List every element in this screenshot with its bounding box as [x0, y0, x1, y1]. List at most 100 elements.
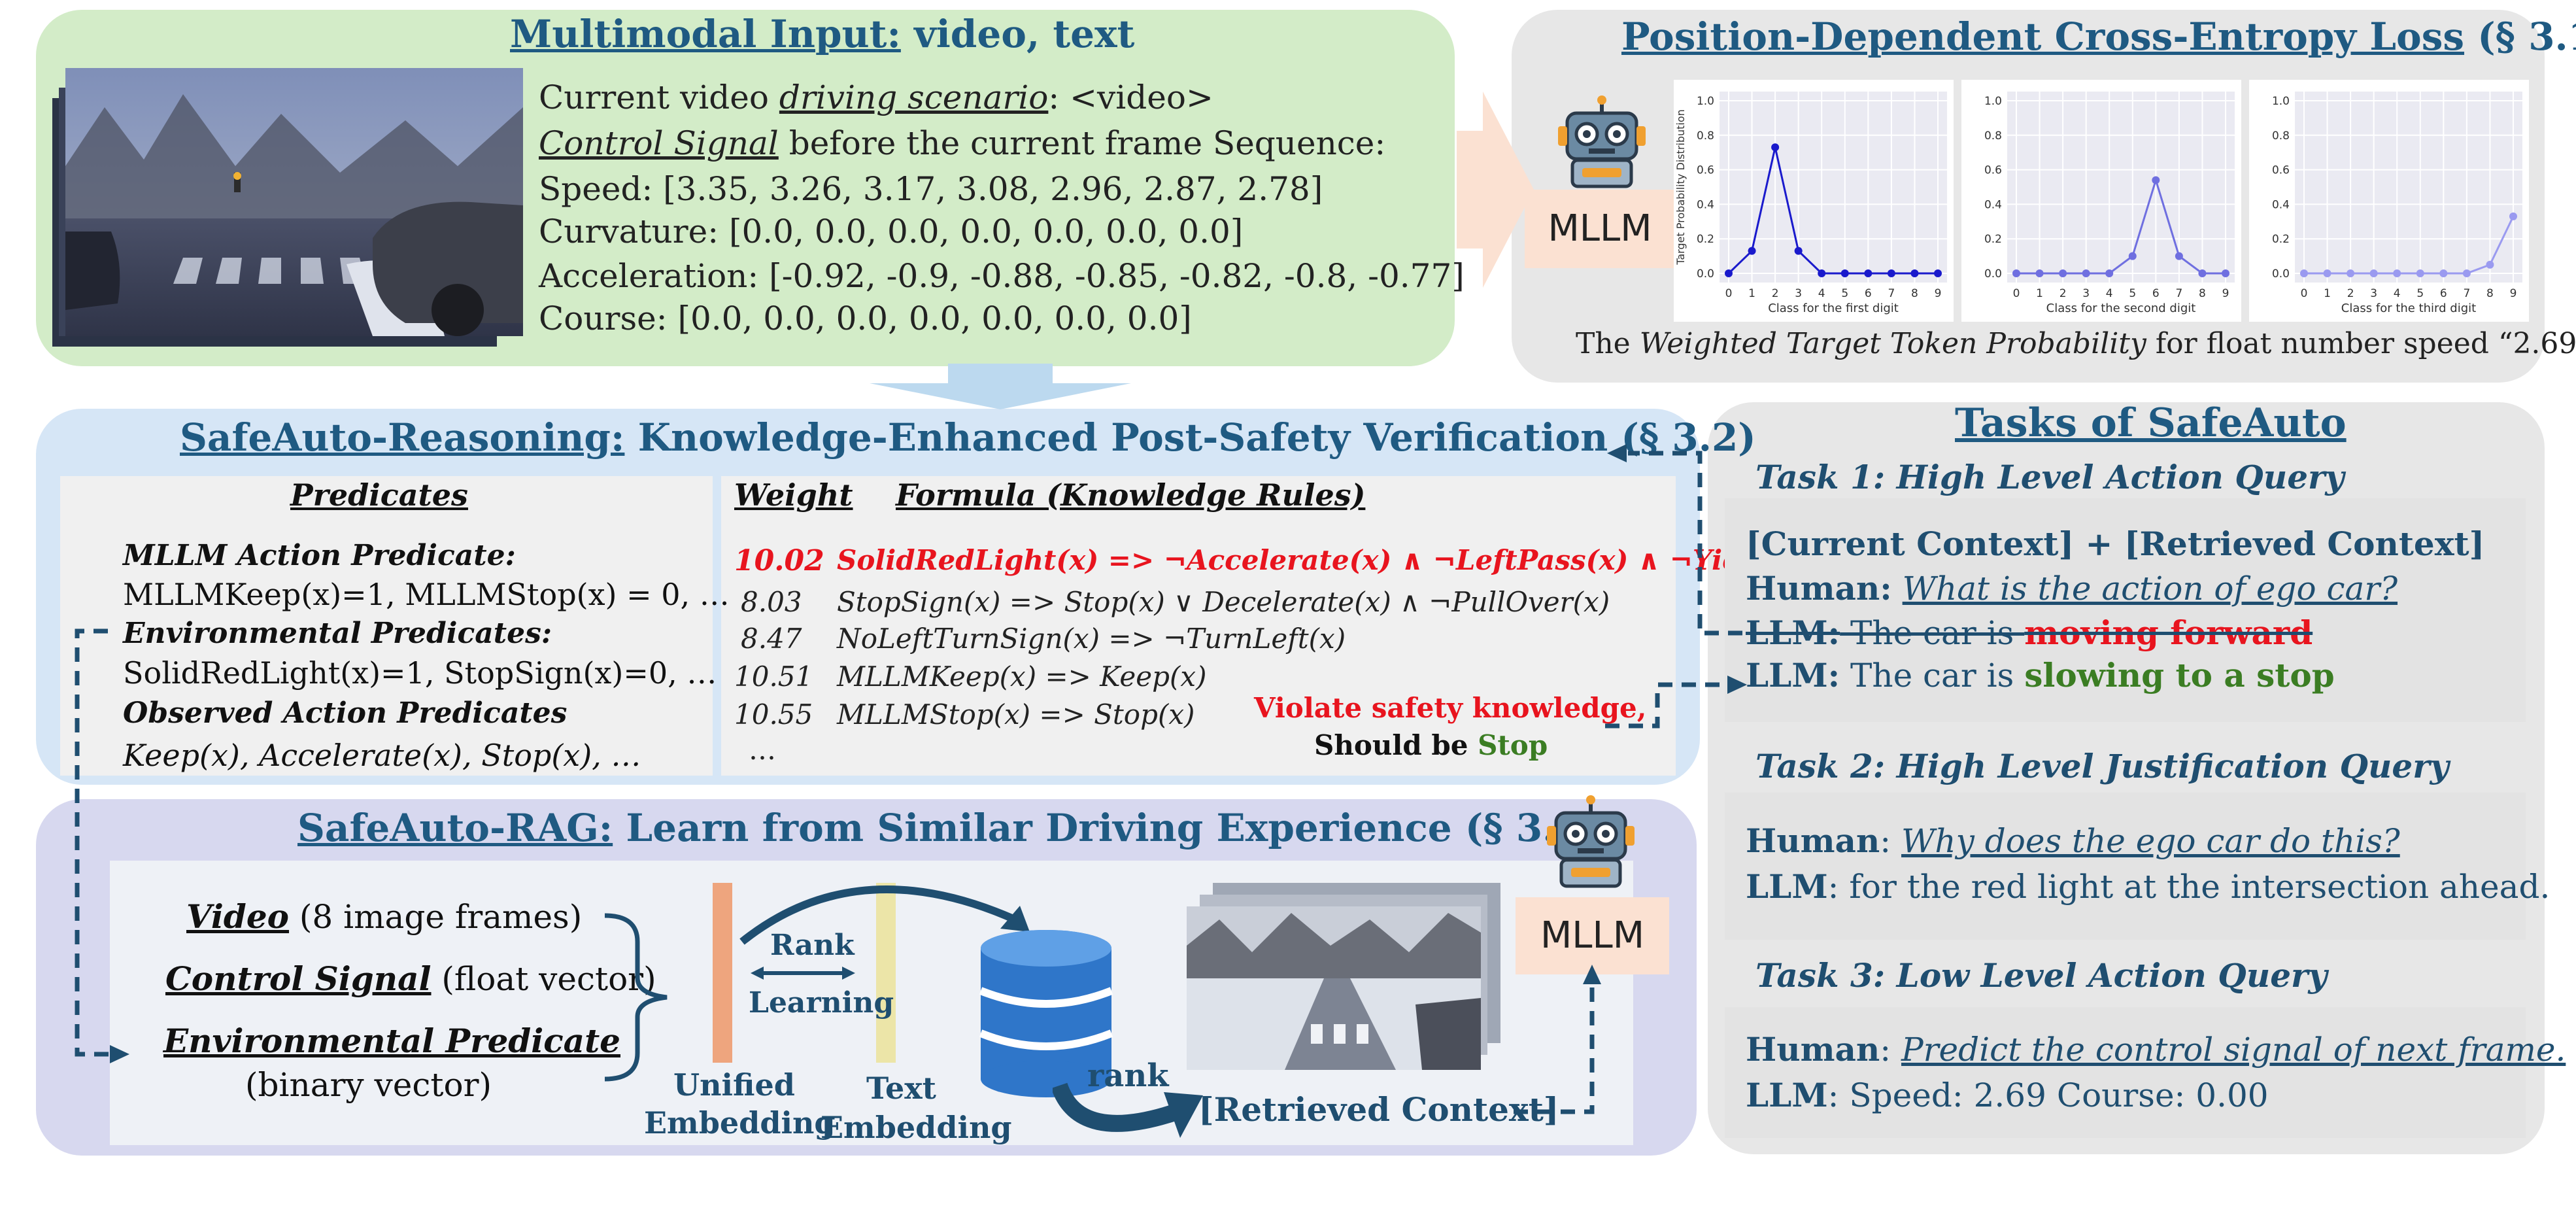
chart-1-xlabel: Class for the second digit	[2046, 301, 2196, 315]
chart-1-point-0	[2012, 269, 2020, 277]
rule-weight-3: 8.47	[741, 623, 802, 655]
obs-predicates-values: Keep(x), Accelerate(x), Stop(x), …	[123, 738, 641, 773]
chart-0-xtick-3: 3	[1795, 287, 1802, 300]
chart-0-xtick-7: 7	[1888, 287, 1895, 300]
caption-em1: Weighted	[1639, 327, 1777, 360]
chart-1-xtick-0: 0	[2013, 287, 2020, 300]
chart-1-point-6	[2152, 176, 2160, 184]
retrieved-frame-front	[1187, 906, 1481, 1070]
input-line2-em: Control Signal	[539, 124, 779, 162]
reasoning-title-rest: Knowledge-Enhanced Post-Safety Verificat…	[624, 415, 1756, 460]
task1-llm-old-answer: moving forward	[2024, 613, 2313, 652]
loss-title-section: (§ 3.1)	[2477, 14, 2576, 59]
chart-2-xtick-1: 1	[2324, 287, 2331, 300]
chart-1-ytick-0: 0.0	[1984, 267, 2002, 281]
chart-0-xtick-2: 2	[1772, 287, 1779, 300]
chart-1-xtick-6: 6	[2152, 287, 2160, 300]
chart-0-xlabel: Class for the first digit	[1768, 301, 1899, 315]
unified-embedding-label-2: Embedding	[644, 1105, 836, 1141]
rule-formula-1: SolidRedLight(x) => ¬Accelerate(x) ∧ ¬Le…	[837, 544, 1812, 576]
chart-0-xtick-8: 8	[1911, 287, 1918, 300]
input-line1-post: : <video>	[1048, 78, 1213, 116]
chart-1-ytick-2: 0.4	[1984, 198, 2002, 211]
tasks-title: Tasks of SafeAuto	[1955, 400, 2347, 446]
chart-0-point-2	[1771, 143, 1780, 152]
task3-human-question: Predict the control signal of next frame…	[1901, 1031, 2566, 1069]
text-embedding-label-1: Text	[866, 1071, 936, 1106]
chart-2-point-8	[2486, 260, 2494, 269]
chart-1-ytick-5: 1.0	[1984, 95, 2002, 108]
violate-text: Violate safety knowledge,	[1254, 692, 1647, 724]
loss-title: Position-Dependent Cross-Entropy Loss (§…	[1621, 14, 2576, 59]
rule-weight-more: …	[749, 734, 776, 766]
chart-2-ytick-0: 0.0	[2272, 267, 2290, 281]
task3-llm: LLM: Speed: 2.69 Course: 0.00	[1746, 1076, 2269, 1114]
chart-2-point-5	[2416, 269, 2424, 277]
chart-0-xtick-0: 0	[1725, 287, 1733, 300]
multimodal-title-main: Multimodal Input:	[510, 12, 901, 56]
chart-0-xtick-4: 4	[1818, 287, 1825, 300]
env-predicates-header: Environmental Predicates:	[123, 617, 552, 650]
task2-llm-answer: : for the red light at the intersection …	[1827, 868, 2551, 906]
chart-0-point-1	[1748, 247, 1756, 255]
chart-1-ytick-3: 0.6	[1984, 164, 2002, 177]
chart-1-plot-area	[2007, 92, 2235, 283]
rule-weight-2: 8.03	[741, 586, 802, 618]
rag-video-line: Video (8 image frames)	[186, 897, 582, 936]
chart-0-ylabel: Target Probability Distribution	[1674, 109, 1687, 266]
rag-env-em: Environmental Predicate	[163, 1022, 620, 1060]
rule-weight-1: 10.02	[734, 544, 824, 577]
chart-0-xtick-5: 5	[1841, 287, 1848, 300]
caption-post: for float number speed “2.69”	[2146, 327, 2576, 360]
chart-1-xtick-5: 5	[2129, 287, 2136, 300]
input-to-loss-arrow	[1457, 92, 1534, 288]
chart-2-xtick-3: 3	[2370, 287, 2377, 300]
rag-env-line: Environmental Predicate	[163, 1022, 620, 1060]
rag-video-em: Video	[186, 897, 290, 936]
chart-2-xtick-8: 8	[2486, 287, 2494, 300]
rule-formula-4: MLLMKeep(x) => Keep(x)	[837, 661, 1207, 693]
task1-human: Human: What is the action of ego car?	[1746, 569, 2398, 608]
caption-em2: Target Token Probability	[1786, 327, 2146, 360]
chart-1-point-1	[2035, 269, 2044, 277]
chart-0-xtick-1: 1	[1748, 287, 1755, 300]
rule-formula-2: StopSign(x) => Stop(x) ∨ Decelerate(x) ∧…	[837, 586, 1610, 618]
learning-label: Learning	[749, 986, 894, 1020]
chart-1-xtick-8: 8	[2199, 287, 2206, 300]
loss-title-main: Position-Dependent Cross-Entropy Loss	[1621, 14, 2465, 59]
task1-llm-new-answer: slowing to a stop	[2024, 656, 2335, 695]
chart-2-point-3	[2369, 269, 2378, 277]
task3-human-label: Human	[1746, 1030, 1880, 1069]
task1-llm-old: LLM: The car is moving forward	[1746, 613, 2313, 652]
should-be-text: Should be Stop	[1314, 729, 1548, 761]
weight-header: Weight	[734, 477, 853, 513]
predicates-header: Predicates	[290, 477, 468, 513]
chart-1-xtick-4: 4	[2106, 287, 2113, 300]
task2-human-question: Why does the ego car do this?	[1901, 822, 2400, 860]
video-frame-front	[65, 68, 523, 336]
input-line-2: Control Signal before the current frame …	[539, 124, 1385, 162]
chart-2-xtick-0: 0	[2301, 287, 2308, 300]
chart-0-ytick-3: 0.6	[1697, 164, 1714, 177]
chart-2-xtick-9: 9	[2510, 287, 2517, 300]
chart-1-point-5	[2128, 252, 2137, 260]
task1-llm-old-pre: The car is	[1840, 614, 2025, 652]
task3-llm-label: LLM	[1746, 1076, 1828, 1114]
chart-0-point-8	[1910, 269, 1919, 277]
multimodal-input-title: Multimodal Input: video, text	[510, 12, 1134, 56]
rag-mllm-label: MLLM	[1516, 897, 1669, 974]
chart-0-point-5	[1840, 269, 1849, 277]
chart-1-xtick-9: 9	[2222, 287, 2229, 300]
chart-0-point-9	[1934, 269, 1942, 277]
task1-llm-old-label: LLM:	[1746, 613, 1840, 652]
chart-2-point-2	[2347, 269, 2355, 277]
chart-0-point-3	[1794, 247, 1803, 255]
task2-llm-label: LLM	[1746, 867, 1828, 906]
task1-human-question: What is the action of ego car?	[1902, 570, 2398, 608]
task2-box	[1725, 793, 2526, 940]
input-line1-pre: Current video	[539, 78, 779, 116]
task3-human: Human: Predict the control signal of nex…	[1746, 1030, 2566, 1069]
rule-formula-3: NoLeftTurnSign(x) => ¬TurnLeft(x)	[837, 623, 1346, 655]
task2-title: Task 2: High Level Justification Query	[1755, 747, 2449, 785]
formula-header: Formula (Knowledge Rules)	[896, 477, 1366, 513]
